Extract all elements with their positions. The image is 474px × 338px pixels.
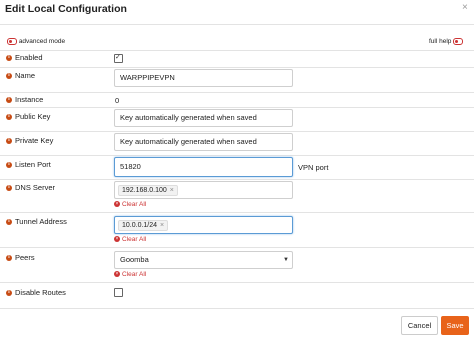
enabled-checkbox[interactable] (114, 53, 123, 63)
info-icon[interactable]: i (6, 138, 12, 145)
tunnel-address-input[interactable]: 10.0.0.1/24 × (114, 216, 293, 234)
listen-port-input[interactable]: 51820 (114, 157, 293, 177)
row-divider (0, 179, 474, 180)
info-icon[interactable]: i (6, 97, 12, 104)
dns-server-tag: 192.168.0.100 × (118, 185, 178, 196)
row-divider (0, 92, 474, 93)
row-divider (0, 155, 474, 156)
peers-clear-all-link[interactable]: × Clear All (114, 271, 146, 278)
private-key-label: i Private Key (6, 136, 53, 145)
info-icon[interactable]: i (6, 255, 12, 262)
remove-tag-icon[interactable]: × (170, 187, 174, 194)
clear-icon: × (114, 271, 120, 278)
full-help-toggle[interactable]: full help (429, 38, 464, 46)
row-divider (0, 131, 474, 132)
instance-label: i Instance (6, 95, 43, 104)
disable-routes-label: i Disable Routes (6, 288, 66, 297)
row-divider (0, 247, 474, 248)
listen-port-label: i Listen Port (6, 160, 51, 169)
dialog-title: Edit Local Configuration (5, 3, 127, 15)
remove-tag-icon[interactable]: × (160, 222, 164, 229)
toggle-icon[interactable] (7, 38, 17, 45)
row-divider (0, 67, 474, 68)
info-icon[interactable]: i (6, 290, 12, 297)
clear-icon: × (114, 201, 120, 208)
info-icon[interactable]: i (6, 185, 12, 192)
peers-label: i Peers (6, 253, 35, 262)
info-icon[interactable]: i (6, 219, 12, 226)
peers-select[interactable]: Goomba ▼ (114, 251, 293, 269)
close-icon[interactable]: × (462, 2, 468, 13)
public-key-label: i Public Key (6, 112, 50, 121)
dns-clear-all-link[interactable]: × Clear All (114, 201, 146, 208)
name-input[interactable]: WARPPIPEVPN (114, 69, 293, 87)
toggle-icon[interactable] (453, 38, 464, 45)
dns-server-input[interactable]: 192.168.0.100 × (114, 181, 293, 199)
footer-divider (0, 308, 474, 309)
disable-routes-checkbox[interactable] (114, 288, 123, 297)
tunnel-address-tag: 10.0.0.1/24 × (118, 220, 169, 231)
row-divider (0, 107, 474, 108)
name-label: i Name (6, 71, 35, 80)
listen-port-hint: VPN port (298, 163, 329, 172)
header-divider (0, 24, 474, 25)
row-divider (0, 212, 474, 213)
advanced-mode-toggle[interactable]: advanced mode (7, 38, 65, 45)
dns-server-label: i DNS Server (6, 183, 55, 192)
info-icon[interactable]: i (6, 73, 12, 80)
instance-value: 0 (115, 96, 120, 105)
public-key-input[interactable]: Key automatically generated when saved (114, 109, 293, 127)
info-icon[interactable]: i (6, 55, 12, 62)
private-key-input[interactable]: Key automatically generated when saved (114, 133, 293, 151)
enabled-label: i Enabled (6, 53, 43, 62)
clear-icon: × (114, 236, 120, 243)
info-icon[interactable]: i (6, 162, 12, 169)
row-divider (0, 282, 474, 283)
mode-divider (0, 50, 474, 51)
full-help-label: full help (429, 38, 452, 46)
cancel-button[interactable]: Cancel (401, 316, 438, 335)
advanced-mode-label: advanced mode (18, 38, 66, 46)
caret-down-icon: ▼ (283, 257, 289, 263)
tunnel-address-label: i Tunnel Address (6, 217, 67, 226)
save-button[interactable]: Save (441, 316, 469, 335)
tunnel-clear-all-link[interactable]: × Clear All (114, 236, 146, 243)
info-icon[interactable]: i (6, 114, 12, 121)
peers-selected-value: Goomba (120, 255, 149, 264)
